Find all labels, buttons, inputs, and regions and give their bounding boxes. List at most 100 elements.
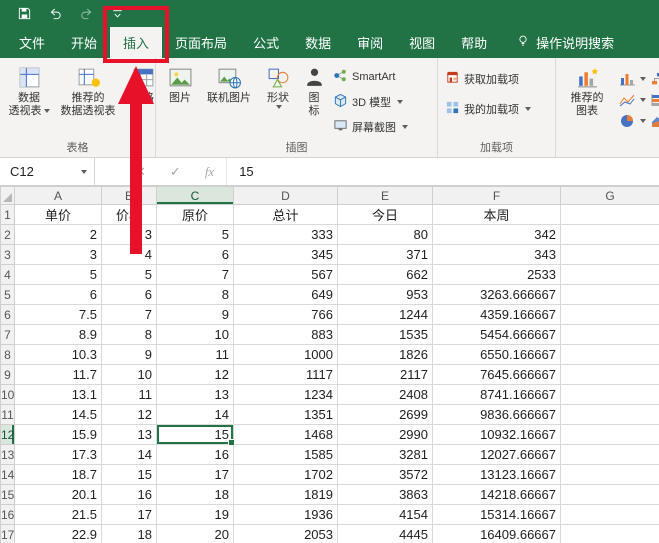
cell-C12[interactable]: 15 (157, 425, 234, 445)
cell-A12[interactable]: 15.9 (15, 425, 102, 445)
cell-C8[interactable]: 11 (157, 345, 234, 365)
cell-F14[interactable]: 13123.16667 (433, 465, 561, 485)
my-addins-button[interactable]: 我的加载项 (445, 100, 531, 118)
cell-D4[interactable]: 567 (234, 265, 338, 285)
cell-E14[interactable]: 3572 (338, 465, 433, 485)
cell-F15[interactable]: 14218.66667 (433, 485, 561, 505)
cell-F8[interactable]: 6550.166667 (433, 345, 561, 365)
cell-E13[interactable]: 3281 (338, 445, 433, 465)
row-header-16[interactable]: 16 (1, 505, 15, 525)
cell-E2[interactable]: 80 (338, 225, 433, 245)
column-header-D[interactable]: D (234, 187, 338, 205)
cell-G14[interactable] (561, 465, 659, 485)
cell-A14[interactable]: 18.7 (15, 465, 102, 485)
cell-A15[interactable]: 20.1 (15, 485, 102, 505)
cell-A6[interactable]: 7.5 (15, 305, 102, 325)
cell-C9[interactable]: 12 (157, 365, 234, 385)
cell-F4[interactable]: 2533 (433, 265, 561, 285)
cell-D13[interactable]: 1585 (234, 445, 338, 465)
cancel-icon[interactable]: ✕ (123, 164, 158, 180)
cell-F7[interactable]: 5454.666667 (433, 325, 561, 345)
cell-B11[interactable]: 12 (102, 405, 157, 425)
cell-E9[interactable]: 2117 (338, 365, 433, 385)
cell-E5[interactable]: 953 (338, 285, 433, 305)
cell-G17[interactable] (561, 525, 659, 543)
cell-E3[interactable]: 371 (338, 245, 433, 265)
cell-B8[interactable]: 9 (102, 345, 157, 365)
cell-C4[interactable]: 7 (157, 265, 234, 285)
row-header-2[interactable]: 2 (1, 225, 15, 245)
cell-B15[interactable]: 16 (102, 485, 157, 505)
cell-A11[interactable]: 14.5 (15, 405, 102, 425)
cell-C10[interactable]: 13 (157, 385, 234, 405)
cell-D3[interactable]: 345 (234, 245, 338, 265)
column-header-C[interactable]: C (157, 187, 234, 205)
cell-G2[interactable] (561, 225, 659, 245)
cell-F3[interactable]: 343 (433, 245, 561, 265)
cell-C3[interactable]: 6 (157, 245, 234, 265)
tell-me-search[interactable]: 操作说明搜索 (516, 27, 614, 58)
screenshot-button[interactable]: 屏幕截图 (333, 118, 441, 136)
column-header-B[interactable]: B (102, 187, 157, 205)
cell-C1[interactable]: 原价 (157, 205, 234, 225)
cell-E11[interactable]: 2699 (338, 405, 433, 425)
cell-G7[interactable] (561, 325, 659, 345)
smartart-button[interactable]: SmartArt (333, 68, 441, 86)
cell-G5[interactable] (561, 285, 659, 305)
row-header-12[interactable]: 12 (1, 425, 15, 445)
cell-C5[interactable]: 8 (157, 285, 234, 305)
cell-E7[interactable]: 1535 (338, 325, 433, 345)
cell-G13[interactable] (561, 445, 659, 465)
tab-视图[interactable]: 视图 (396, 27, 448, 58)
cell-F17[interactable]: 16409.66667 (433, 525, 561, 543)
column-header-G[interactable]: G (561, 187, 659, 205)
row-header-15[interactable]: 15 (1, 485, 15, 505)
cell-C2[interactable]: 5 (157, 225, 234, 245)
cell-F11[interactable]: 9836.666667 (433, 405, 561, 425)
customize-quick-access-icon[interactable] (109, 5, 126, 22)
cell-B6[interactable]: 7 (102, 305, 157, 325)
shapes-button[interactable]: 形状 (257, 60, 299, 109)
cell-F1[interactable]: 本周 (433, 205, 561, 225)
cell-F5[interactable]: 3263.666667 (433, 285, 561, 305)
cell-A17[interactable]: 22.9 (15, 525, 102, 543)
cell-E15[interactable]: 3863 (338, 485, 433, 505)
cell-G3[interactable] (561, 245, 659, 265)
column-header-E[interactable]: E (338, 187, 433, 205)
tab-插入[interactable]: 插入 (110, 27, 162, 58)
cell-E16[interactable]: 4154 (338, 505, 433, 525)
column-chart-button[interactable] (619, 72, 651, 86)
3d-models-button[interactable]: 3D 模型 (333, 93, 441, 111)
cell-G4[interactable] (561, 265, 659, 285)
row-header-1[interactable]: 1 (1, 205, 15, 225)
recommended-pivot-button[interactable]: 推荐的 数据透视表 (55, 60, 121, 118)
cell-A5[interactable]: 6 (15, 285, 102, 305)
cell-G10[interactable] (561, 385, 659, 405)
formula-input[interactable]: 15 (226, 158, 659, 185)
name-box-dropdown-icon[interactable] (81, 170, 87, 174)
cell-D8[interactable]: 1000 (234, 345, 338, 365)
cell-D12[interactable]: 1468 (234, 425, 338, 445)
select-all-corner[interactable] (1, 187, 15, 205)
cell-B5[interactable]: 6 (102, 285, 157, 305)
cell-F6[interactable]: 4359.166667 (433, 305, 561, 325)
area-chart-button[interactable] (651, 114, 659, 128)
cell-E6[interactable]: 1244 (338, 305, 433, 325)
cell-D9[interactable]: 1117 (234, 365, 338, 385)
cell-G15[interactable] (561, 485, 659, 505)
cell-B7[interactable]: 8 (102, 325, 157, 345)
column-header-A[interactable]: A (15, 187, 102, 205)
cell-A1[interactable]: 单价 (15, 205, 102, 225)
cell-A4[interactable]: 5 (15, 265, 102, 285)
row-header-3[interactable]: 3 (1, 245, 15, 265)
row-header-7[interactable]: 7 (1, 325, 15, 345)
name-box[interactable]: C12 (0, 158, 95, 185)
cell-F9[interactable]: 7645.666667 (433, 365, 561, 385)
cell-A3[interactable]: 3 (15, 245, 102, 265)
row-header-4[interactable]: 4 (1, 265, 15, 285)
row-header-5[interactable]: 5 (1, 285, 15, 305)
cell-B10[interactable]: 11 (102, 385, 157, 405)
cell-C15[interactable]: 18 (157, 485, 234, 505)
row-header-9[interactable]: 9 (1, 365, 15, 385)
cell-A2[interactable]: 2 (15, 225, 102, 245)
